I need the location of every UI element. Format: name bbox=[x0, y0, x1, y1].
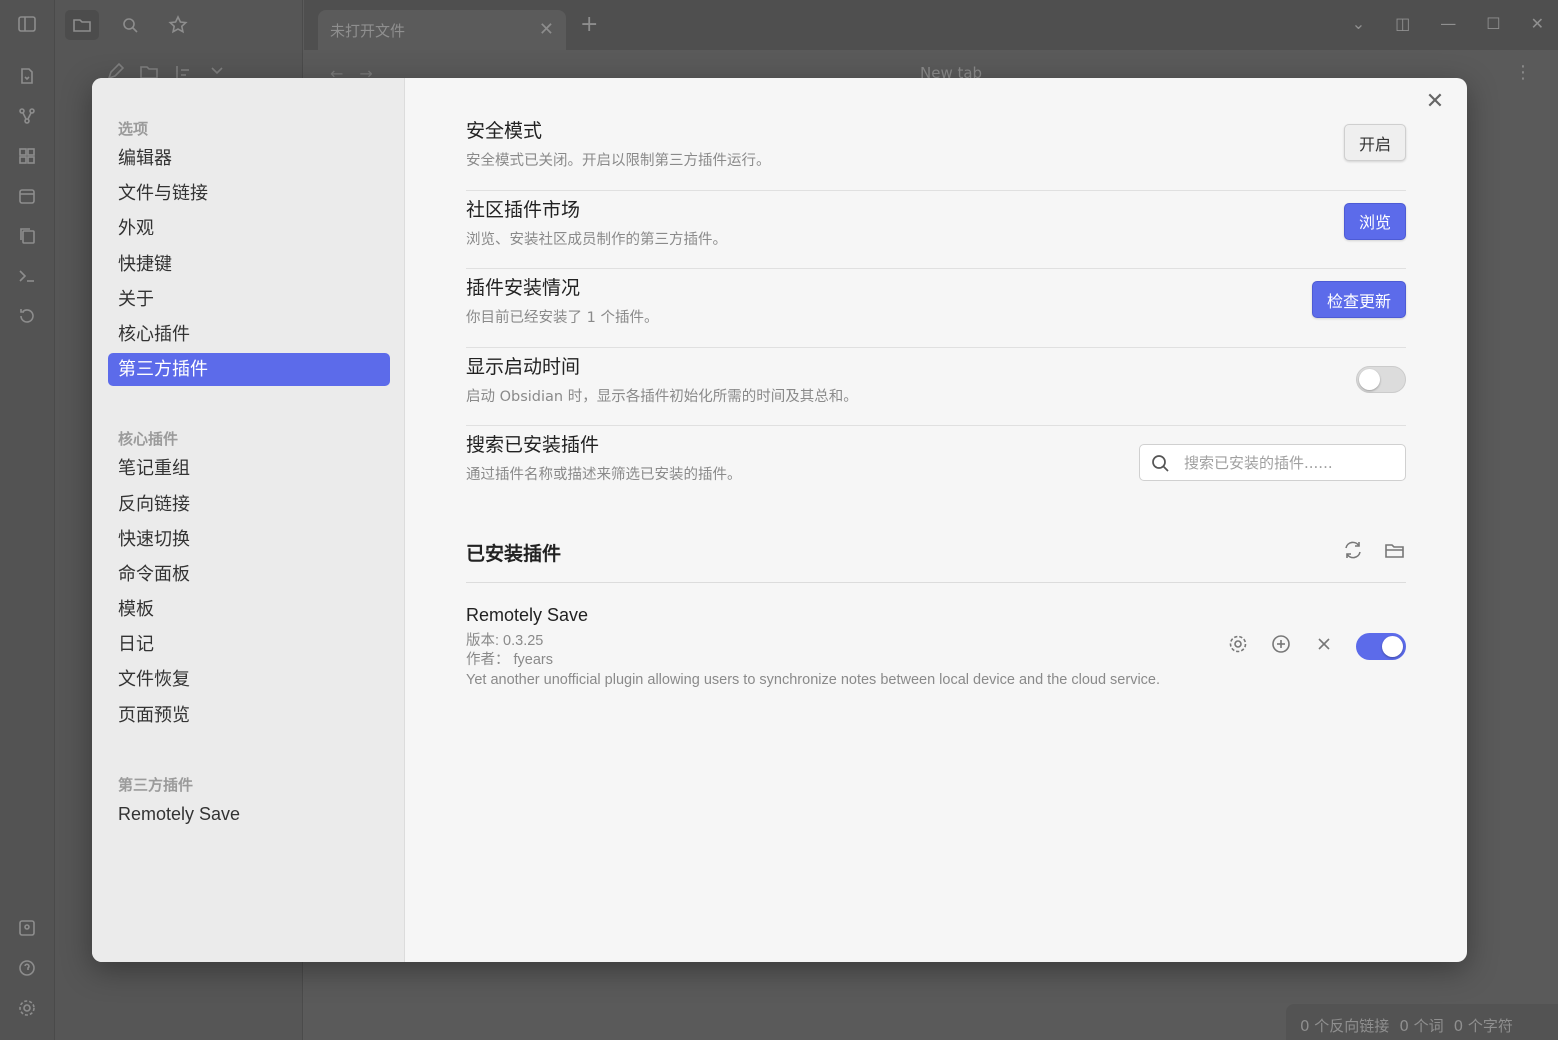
minimize-icon[interactable]: — bbox=[1440, 14, 1456, 33]
setting-description: 安全模式已关闭。开启以限制第三方插件运行。 bbox=[466, 153, 771, 169]
sidebar-item-hotkeys[interactable]: 快捷键 bbox=[108, 248, 390, 281]
plugin-uninstall-close-icon[interactable] bbox=[1313, 633, 1335, 659]
tab-close-icon[interactable]: ✕ bbox=[539, 19, 554, 40]
setting-name: 社区插件市场 bbox=[466, 198, 581, 221]
setting-plugin-install-status: 插件安装情况 你目前已经安装了 1 个插件。 检查更新 bbox=[466, 269, 1406, 348]
status-words: 0 个词 bbox=[1399, 1017, 1444, 1035]
terminal-icon[interactable] bbox=[17, 266, 37, 286]
ribbon bbox=[0, 0, 55, 1040]
plugin-hotkeys-plus-icon[interactable] bbox=[1270, 633, 1292, 659]
vault-icon[interactable] bbox=[17, 918, 37, 938]
sidebar-item-command-palette[interactable]: 命令面板 bbox=[108, 558, 390, 591]
sidebar-item-about[interactable]: 关于 bbox=[108, 283, 390, 316]
sidebar-item-file-recovery[interactable]: 文件恢复 bbox=[108, 663, 390, 696]
safe-mode-button[interactable]: 开启 bbox=[1343, 124, 1406, 161]
status-backlinks: 0 个反向链接 bbox=[1300, 1017, 1390, 1035]
sidebar-item-note-composer[interactable]: 笔记重组 bbox=[108, 452, 390, 485]
switcher-icon[interactable] bbox=[17, 66, 37, 86]
sidebar-item-daily-notes[interactable]: 日记 bbox=[108, 628, 390, 661]
window-close-icon[interactable]: ✕ bbox=[1531, 14, 1544, 33]
status-bar: 0 个反向链接 0 个词 0 个字符 bbox=[1286, 1004, 1558, 1040]
setting-community-market: 社区插件市场 浏览、安装社区成员制作的第三方插件。 浏览 bbox=[466, 191, 1406, 269]
search-icon[interactable] bbox=[113, 10, 147, 40]
calendar-icon[interactable] bbox=[17, 186, 37, 206]
folder-icon[interactable] bbox=[65, 10, 99, 40]
sidebar-item-editor[interactable]: 编辑器 bbox=[108, 142, 390, 175]
star-icon[interactable] bbox=[161, 10, 195, 40]
sidebar-group-title: 核心插件 bbox=[118, 430, 179, 449]
plugin-name: Remotely Save bbox=[466, 604, 589, 625]
tab-list-chevron-icon[interactable]: ⌄ bbox=[1352, 14, 1365, 33]
tab-untitled[interactable]: 未打开文件 ✕ bbox=[318, 10, 566, 50]
sidebar-item-page-preview[interactable]: 页面预览 bbox=[108, 699, 390, 732]
history-icon[interactable] bbox=[17, 306, 37, 326]
check-updates-button[interactable]: 检查更新 bbox=[1311, 281, 1406, 318]
sidebar-item-files-links[interactable]: 文件与链接 bbox=[108, 177, 390, 210]
setting-description: 浏览、安装社区成员制作的第三方插件。 bbox=[466, 231, 727, 248]
setting-search-plugins: 搜索已安装插件 通过插件名称或描述来筛选已安装的插件。 bbox=[466, 426, 1406, 505]
setting-safe-mode: 安全模式 安全模式已关闭。开启以限制第三方插件运行。 开启 bbox=[466, 112, 1406, 191]
settings-sidebar: 选项 编辑器 文件与链接 外观 快捷键 关于 核心插件 第三方插件 核心插件 笔… bbox=[92, 78, 405, 962]
installed-plugins-title: 已安装插件 bbox=[466, 542, 562, 565]
tab-bar: 未打开文件 ✕ + ⌄ ◫ — ☐ ✕ bbox=[304, 0, 1558, 50]
setting-description: 你目前已经安装了 1 个插件。 bbox=[466, 310, 659, 326]
sidebar-item-community-plugins[interactable]: 第三方插件 bbox=[108, 353, 390, 387]
maximize-icon[interactable]: ☐ bbox=[1486, 14, 1500, 33]
plugin-settings-gear-icon[interactable] bbox=[1227, 633, 1249, 659]
sidebar-group-title: 第三方插件 bbox=[118, 775, 194, 794]
status-chars: 0 个字符 bbox=[1453, 1017, 1513, 1035]
setting-description: 启动 Obsidian 时，显示各插件初始化所需的时间及其总和。 bbox=[466, 388, 858, 405]
open-plugins-folder-icon[interactable] bbox=[1384, 539, 1406, 565]
browse-button[interactable]: 浏览 bbox=[1343, 202, 1406, 240]
window-controls: ⌄ ◫ — ☐ ✕ bbox=[1352, 14, 1544, 33]
new-tab-icon[interactable]: + bbox=[580, 12, 598, 37]
plugin-search-input[interactable] bbox=[1184, 445, 1394, 480]
sidebar-item-templates[interactable]: 模板 bbox=[108, 593, 390, 626]
canvas-icon[interactable] bbox=[17, 146, 37, 166]
search-icon bbox=[1152, 455, 1169, 472]
sidebar-toggle-icon[interactable] bbox=[17, 14, 37, 34]
plugin-description: Yet another unofficial plugin allowing u… bbox=[466, 671, 1161, 688]
plugin-item-remotely-save: Remotely Save 版本: 0.3.25 作者： fyears Yet … bbox=[466, 583, 1406, 691]
graph-icon[interactable] bbox=[17, 106, 37, 126]
sidebar-group-title: 选项 bbox=[118, 120, 149, 138]
plugin-search-box bbox=[1139, 444, 1406, 481]
modal-close-icon[interactable]: ✕ bbox=[1423, 90, 1447, 114]
sidebar-item-appearance[interactable]: 外观 bbox=[108, 212, 390, 245]
help-icon[interactable] bbox=[17, 958, 37, 978]
more-options-icon[interactable]: ⋮ bbox=[1514, 62, 1532, 83]
reload-plugins-icon[interactable] bbox=[1342, 539, 1364, 565]
setting-show-startup-time: 显示启动时间 启动 Obsidian 时，显示各插件初始化所需的时间及其总和。 bbox=[466, 348, 1406, 426]
settings-content: 安全模式 安全模式已关闭。开启以限制第三方插件运行。 开启 社区插件市场 浏览、… bbox=[466, 112, 1406, 690]
sidebar-item-quick-switcher[interactable]: 快速切换 bbox=[108, 523, 390, 556]
right-sidebar-toggle-icon[interactable]: ◫ bbox=[1395, 14, 1410, 33]
settings-gear-icon[interactable] bbox=[17, 998, 37, 1018]
settings-modal: 选项 编辑器 文件与链接 外观 快捷键 关于 核心插件 第三方插件 核心插件 笔… bbox=[92, 78, 1467, 962]
sidebar-item-remotely-save[interactable]: Remotely Save bbox=[108, 798, 390, 831]
installed-plugins-header: 已安装插件 bbox=[466, 525, 1406, 583]
copy-icon[interactable] bbox=[17, 226, 37, 246]
plugin-enable-toggle[interactable] bbox=[1356, 632, 1406, 660]
tab-title: 未打开文件 bbox=[330, 22, 406, 40]
setting-name: 安全模式 bbox=[466, 120, 543, 142]
setting-name: 插件安装情况 bbox=[466, 277, 581, 299]
sidebar-item-backlinks[interactable]: 反向链接 bbox=[108, 488, 390, 521]
startup-time-toggle[interactable] bbox=[1356, 365, 1406, 393]
setting-name: 显示启动时间 bbox=[466, 355, 581, 378]
sidebar-item-core-plugins[interactable]: 核心插件 bbox=[108, 318, 390, 351]
